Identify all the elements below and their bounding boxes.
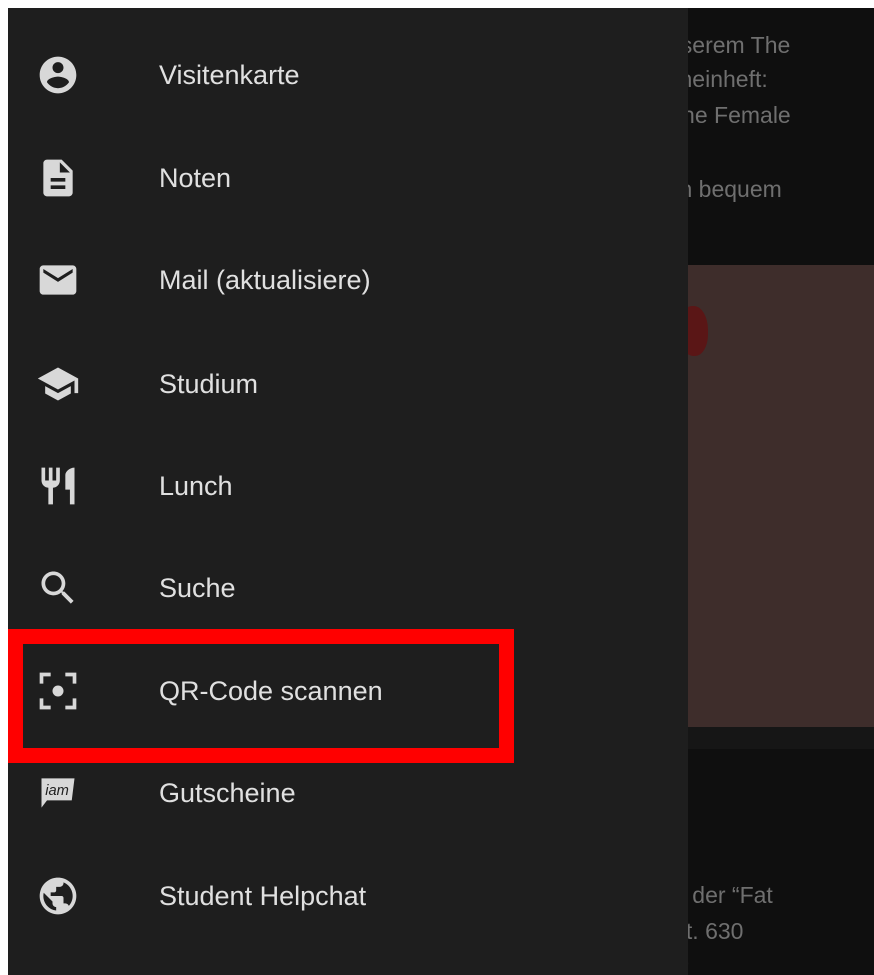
nav-item-label: Gutscheine (159, 778, 296, 808)
iam-voucher-icon: iam (36, 771, 80, 815)
nav-item-studium[interactable]: Studium (8, 334, 688, 434)
nav-item-mail[interactable]: Mail (aktualisiere) (8, 230, 688, 330)
nav-item-suche[interactable]: Suche (8, 538, 688, 638)
navigation-drawer: Visitenkarte Noten Mail (aktualisiere) S… (8, 8, 688, 975)
nav-item-label: QR-Code scannen (159, 676, 383, 706)
nav-item-label: Visitenkarte (159, 60, 300, 90)
background-divider (668, 727, 874, 749)
nav-item-label: Suche (159, 573, 236, 603)
nav-item-label: Lunch (159, 471, 233, 501)
search-icon (36, 566, 80, 610)
nav-item-lunch[interactable]: Lunch (8, 436, 688, 536)
nav-item-qr-code-scannen[interactable]: QR-Code scannen (8, 641, 688, 741)
graduation-cap-icon (36, 362, 80, 406)
nav-item-label: Studium (159, 369, 259, 399)
nav-item-label: Noten (159, 163, 232, 193)
app-screen: nserem The cheinheft: The Female ch bequ… (0, 0, 874, 975)
nav-item-label: Student Helpchat (159, 881, 367, 911)
iam-icon-text: iam (45, 783, 69, 799)
nav-item-gutscheine[interactable]: iam Gutscheine (8, 743, 688, 843)
qr-scan-icon (36, 669, 80, 713)
mail-icon (36, 258, 80, 302)
globe-icon (36, 874, 80, 918)
document-icon (36, 156, 80, 200)
restaurant-icon (36, 464, 80, 508)
nav-item-label: Mail (aktualisiere) (159, 265, 371, 295)
account-circle-icon (36, 53, 80, 97)
nav-item-visitenkarte[interactable]: Visitenkarte (8, 25, 688, 125)
nav-item-noten[interactable]: Noten (8, 128, 688, 228)
nav-item-student-helpchat[interactable]: Student Helpchat (8, 846, 688, 946)
